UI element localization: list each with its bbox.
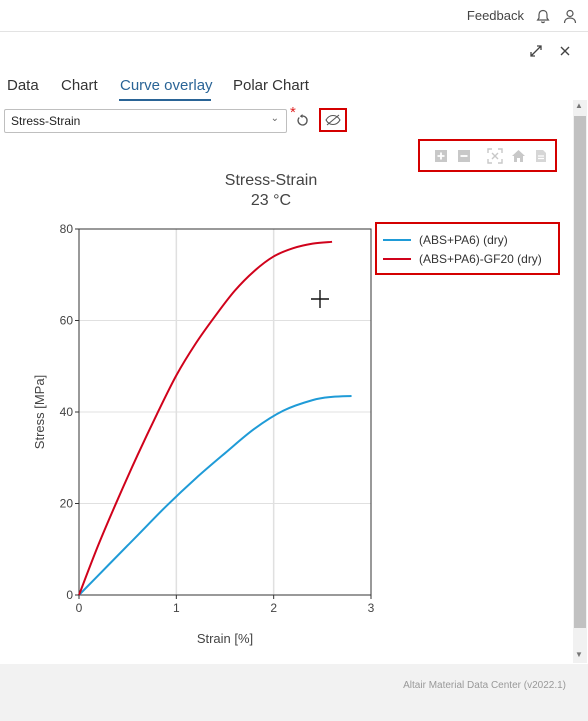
y-tick-label: 80 <box>60 222 74 236</box>
y-tick-label: 60 <box>60 314 74 328</box>
select-value: Stress-Strain <box>11 114 81 128</box>
user-icon[interactable] <box>561 7 579 25</box>
footer-version: Altair Material Data Center (v2022.1) <box>403 680 566 691</box>
tab-data[interactable]: Data <box>7 77 39 94</box>
chart-legend: (ABS+PA6) (dry) (ABS+PA6)-GF20 (dry) <box>375 222 560 275</box>
tab-polar-chart[interactable]: Polar Chart <box>233 77 309 94</box>
y-axis-title: Stress [MPa] <box>32 375 47 449</box>
y-tick-label: 0 <box>66 588 73 602</box>
chart-title: Stress-Strain <box>224 172 318 189</box>
x-tick-label: 2 <box>270 601 277 615</box>
tab-curve-overlay[interactable]: Curve overlay <box>120 77 213 94</box>
footer <box>0 664 588 721</box>
scroll-down-arrow[interactable]: ▼ <box>575 650 583 659</box>
legend-swatch <box>383 257 411 260</box>
toggle-visibility-button[interactable] <box>319 108 347 132</box>
series-line[interactable] <box>78 240 333 596</box>
legend-label: (ABS+PA6)-GF20 (dry) <box>419 251 542 266</box>
autoscale-icon[interactable] <box>486 147 504 165</box>
scroll-up-arrow[interactable]: ▲ <box>575 101 583 110</box>
eye-slash-icon <box>325 114 341 126</box>
crosshair-cursor <box>311 290 329 308</box>
home-icon[interactable] <box>509 147 527 165</box>
legend-item[interactable]: (ABS+PA6) (dry) <box>383 230 558 249</box>
download-icon[interactable] <box>532 147 550 165</box>
x-tick-label: 1 <box>173 601 180 615</box>
zoom-out-icon[interactable] <box>455 147 473 165</box>
scrollbar-thumb[interactable] <box>574 116 586 628</box>
x-tick-label: 0 <box>76 601 83 615</box>
chart-subtitle: 23 °C <box>250 192 292 209</box>
axis-ticks: 0 1 2 3 0 20 40 60 80 <box>60 222 375 615</box>
reset-icon[interactable] <box>294 112 310 128</box>
expand-icon[interactable] <box>527 42 545 60</box>
y-tick-label: 40 <box>60 405 74 419</box>
zoom-in-icon[interactable] <box>432 147 450 165</box>
close-icon[interactable] <box>556 42 574 60</box>
chevron-down-icon: ⌄ <box>270 113 279 124</box>
y-tick-label: 20 <box>60 497 74 511</box>
legend-label: (ABS+PA6) (dry) <box>419 232 508 247</box>
stress-strain-chart: 0 1 2 3 0 20 40 60 80 Strain [%] Stress [MPa] <box>32 222 375 646</box>
diagram-type-select[interactable]: Stress-Strain ⌄ <box>4 109 287 133</box>
grid-lines <box>79 229 371 595</box>
bell-icon[interactable] <box>534 7 552 25</box>
legend-swatch <box>383 238 411 241</box>
chart-modebar <box>418 139 557 172</box>
x-axis-title: Strain [%] <box>197 631 253 646</box>
x-tick-label: 3 <box>368 601 375 615</box>
feedback-link[interactable]: Feedback <box>467 8 524 23</box>
tab-chart[interactable]: Chart <box>61 77 98 94</box>
active-tab-indicator <box>119 99 211 101</box>
legend-item[interactable]: (ABS+PA6)-GF20 (dry) <box>383 249 558 268</box>
